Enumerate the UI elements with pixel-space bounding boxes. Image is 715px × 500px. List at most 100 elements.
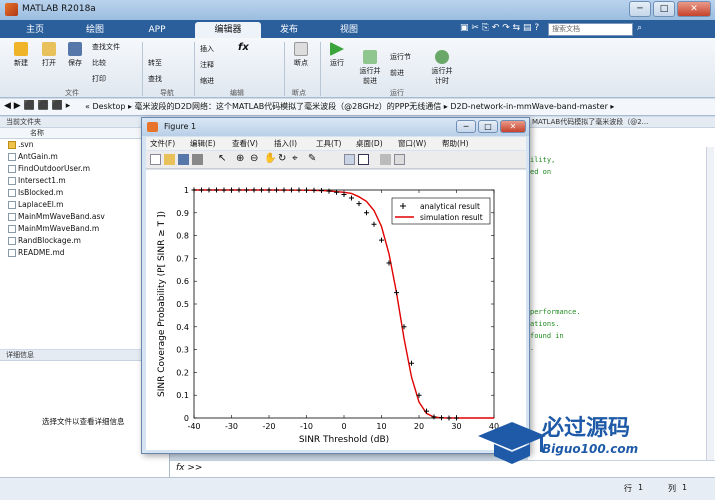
y-tick-label: 0.4 (176, 323, 189, 332)
figure-title-bar[interactable]: Figure 1 ─ □ ✕ (142, 118, 529, 136)
zoom-in-icon[interactable]: ⊕ (236, 153, 244, 164)
tab-editor[interactable]: 编辑器 (195, 22, 261, 38)
legend-label-analytical: analytical result (420, 202, 480, 211)
find-button[interactable]: 查找 (148, 74, 162, 84)
editor-tab[interactable]: MATLAB代码模拟了毫米波段（@2... (528, 117, 715, 128)
quick-access-toolbar[interactable]: ▣ ✂ ⎘ ↶ ↷ ⇆ ▤ ? (460, 23, 540, 35)
address-bar[interactable]: « Desktop ▸ 毫米波段的D2D网络：这个MATLAB代码模拟了毫米波段… (0, 99, 715, 116)
tab-plots[interactable]: 绘图 (72, 22, 118, 38)
folder-icon (8, 141, 16, 149)
y-tick-label: 0.6 (176, 277, 189, 286)
group-label-navigate: 导航 (160, 89, 174, 97)
save-button[interactable]: 保存 (62, 42, 88, 68)
tab-apps[interactable]: APP (134, 22, 180, 38)
figure-close-button[interactable]: ✕ (500, 120, 526, 133)
m-file-icon (8, 201, 16, 209)
run-button[interactable]: 运行 (324, 42, 350, 68)
figure-window[interactable]: Figure 1 ─ □ ✕ 文件(F) 编辑(E) 查看(V) 插入(I) 工… (141, 117, 530, 454)
figure-icon (147, 122, 158, 132)
search-icon[interactable]: ⌕ (637, 23, 642, 33)
run-icon (330, 42, 344, 56)
menu-edit[interactable]: 编辑(E) (190, 137, 216, 150)
maximize-button[interactable]: □ (653, 1, 675, 17)
y-tick-label: 0.2 (176, 368, 189, 377)
fx-icon[interactable]: fx (238, 42, 249, 53)
divider (284, 42, 285, 96)
window-title-bar: MATLAB R2018a ─ □ ✕ (0, 0, 715, 20)
new-button[interactable]: 新建 (8, 42, 34, 68)
back-forward-icons[interactable]: ◀ ▶ ⬛ ⬛ ⬛ ▸ (4, 101, 70, 111)
coverage-chart[interactable]: -40 -30 -20 -10 0 10 20 30 4000.10.20.30.40.50.6… (146, 170, 526, 450)
x-tick-label: 10 (376, 422, 386, 431)
code-line: ed on (530, 168, 552, 176)
menu-desktop[interactable]: 桌面(D) (356, 137, 383, 150)
minimize-button[interactable]: ─ (629, 1, 651, 17)
open-button[interactable]: 打开 (36, 42, 62, 68)
comment-button[interactable]: 注释 (200, 60, 214, 70)
run-and-time-button[interactable]: 运行并 计时 (428, 42, 456, 86)
open-file-icon[interactable] (164, 154, 175, 165)
indent-button[interactable]: 缩进 (200, 76, 214, 86)
tab-home[interactable]: 主页 (14, 22, 56, 38)
editor-ribbon: 新建 打开 保存 查找文件 比较 打印 文件 转至 查找 导航 插入 注释 缩进… (0, 38, 715, 98)
zoom-out-icon[interactable]: ⊖ (250, 153, 258, 164)
menu-view[interactable]: 查看(V) (232, 137, 258, 150)
colorbar-icon[interactable] (344, 154, 355, 165)
find-files-button[interactable]: 查找文件 (92, 42, 120, 52)
menu-window[interactable]: 窗口(W) (398, 137, 426, 150)
y-tick-label: 0.9 (176, 209, 189, 218)
y-tick-label: 1 (184, 186, 189, 195)
rotate-icon[interactable]: ↻ (278, 153, 286, 164)
tab-view[interactable]: 视图 (326, 22, 372, 38)
legend-label-simulation: simulation result (420, 213, 483, 222)
y-axis-label: SINR Coverage Probability (P[ SINR ≥ T ]… (157, 211, 167, 397)
col-label: 列 (668, 484, 676, 493)
menu-tools[interactable]: 工具(T) (316, 137, 341, 150)
plot-area[interactable]: -40 -30 -20 -10 0 10 20 30 40 0 0.1 0.2 0.3 0.4 0.5 0.6… (146, 170, 526, 450)
y-tick-label: 0.7 (176, 254, 189, 263)
breakpoints-button[interactable]: 断点 (288, 42, 314, 68)
menu-file[interactable]: 文件(F) (150, 137, 175, 150)
goto-button[interactable]: 转至 (148, 58, 162, 68)
print-figure-icon[interactable] (192, 154, 203, 165)
run-and-advance-button[interactable]: 运行并 前进 (356, 42, 384, 86)
print-button[interactable]: 打印 (92, 74, 106, 84)
run-advance-icon (363, 50, 377, 64)
show-plot-tools-icon[interactable] (394, 154, 405, 165)
legend-icon[interactable] (358, 154, 369, 165)
m-file-icon (8, 189, 16, 197)
asv-file-icon (8, 213, 16, 221)
y-tick-label: 0.3 (176, 346, 189, 355)
y-tick-label: 0.1 (176, 391, 189, 400)
tab-publish[interactable]: 发布 (266, 22, 312, 38)
advance-button[interactable]: 前进 (390, 68, 404, 78)
m-file-icon (8, 177, 16, 185)
command-prompt: fx >> (176, 463, 203, 473)
figure-menubar: 文件(F) 编辑(E) 查看(V) 插入(I) 工具(T) 桌面(D) 窗口(W… (146, 137, 526, 150)
menu-help[interactable]: 帮助(H) (442, 137, 469, 150)
run-time-icon (435, 50, 449, 64)
new-figure-icon[interactable] (150, 154, 161, 165)
menu-insert[interactable]: 插入(I) (274, 137, 297, 150)
row-value: 1 (638, 483, 644, 492)
editor-scrollbar[interactable] (706, 147, 714, 477)
pan-icon[interactable]: ✋ (264, 153, 276, 164)
insert-button[interactable]: 插入 (200, 44, 214, 54)
address-path[interactable]: « Desktop ▸ 毫米波段的D2D网络：这个MATLAB代码模拟了毫米波段… (85, 102, 614, 111)
details-hint: 选择文件以查看详细信息 (42, 417, 125, 426)
m-file-icon (8, 165, 16, 173)
figure-maximize-button[interactable]: □ (478, 120, 498, 133)
compare-button[interactable]: 比较 (92, 58, 106, 68)
close-button[interactable]: ✕ (677, 1, 711, 17)
brush-icon[interactable]: ✎ (308, 153, 316, 164)
run-section-button[interactable]: 运行节 (390, 52, 411, 62)
save-figure-icon[interactable] (178, 154, 189, 165)
search-documentation-input[interactable]: 搜索文档 (548, 23, 633, 36)
new-icon (14, 42, 28, 56)
select-arrow-icon[interactable]: ↖ (218, 153, 226, 164)
group-label-file: 文件 (65, 89, 79, 97)
figure-minimize-button[interactable]: ─ (456, 120, 476, 133)
m-file-icon (8, 237, 16, 245)
hide-plot-tools-icon[interactable] (380, 154, 391, 165)
data-cursor-icon[interactable]: ⌖ (292, 153, 298, 164)
